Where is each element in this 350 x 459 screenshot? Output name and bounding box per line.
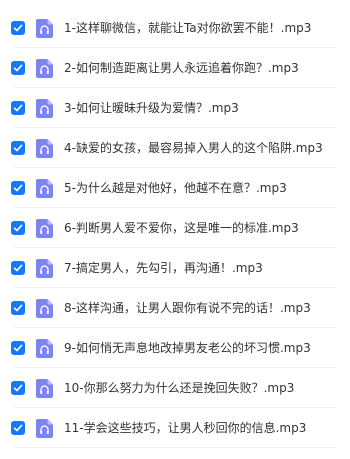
file-name[interactable]: 8-这样沟通，让男人跟你有说不完的话！.mp3 (64, 300, 342, 316)
list-item[interactable]: 11-学会这些技巧，让男人秒回你的信息.mp3 (0, 408, 350, 448)
file-name[interactable]: 1-这样聊微信，就能让Ta对你欲罢不能！.mp3 (64, 20, 342, 36)
file-name[interactable]: 7-搞定男人，先勾引，再沟通！.mp3 (64, 260, 342, 276)
checkbox-checked-icon[interactable] (11, 61, 25, 75)
file-name[interactable]: 3-如何让暧昧升级为爱情？.mp3 (64, 100, 342, 116)
row-divider (14, 447, 336, 448)
checkbox-checked-icon[interactable] (11, 21, 25, 35)
checkbox-checked-icon[interactable] (11, 381, 25, 395)
list-item[interactable]: 4-缺爱的女孩，最容易掉入男人的这个陷阱.mp3 (0, 128, 350, 168)
checkbox-checked-icon[interactable] (11, 181, 25, 195)
checkbox-checked-icon[interactable] (11, 141, 25, 155)
checkbox-checked-icon[interactable] (11, 421, 25, 435)
list-item[interactable]: 7-搞定男人，先勾引，再沟通！.mp3 (0, 248, 350, 288)
file-list: 1-这样聊微信，就能让Ta对你欲罢不能！.mp3 2-如何制造距离让男人永远追着… (0, 8, 350, 448)
audio-file-icon (36, 18, 53, 38)
checkbox-checked-icon[interactable] (11, 301, 25, 315)
checkbox-checked-icon[interactable] (11, 101, 25, 115)
checkbox-checked-icon[interactable] (11, 221, 25, 235)
checkbox-checked-icon[interactable] (11, 261, 25, 275)
audio-file-icon (36, 258, 53, 278)
list-item[interactable]: 6-判断男人爱不爱你，这是唯一的标准.mp3 (0, 208, 350, 248)
list-item[interactable]: 1-这样聊微信，就能让Ta对你欲罢不能！.mp3 (0, 8, 350, 48)
list-item[interactable]: 2-如何制造距离让男人永远追着你跑？.mp3 (0, 48, 350, 88)
audio-file-icon (36, 58, 53, 78)
file-name[interactable]: 4-缺爱的女孩，最容易掉入男人的这个陷阱.mp3 (64, 140, 342, 156)
audio-file-icon (36, 338, 53, 358)
audio-file-icon (36, 378, 53, 398)
list-item[interactable]: 8-这样沟通，让男人跟你有说不完的话！.mp3 (0, 288, 350, 328)
file-name[interactable]: 10-你那么努力为什么还是挽回失败？.mp3 (64, 380, 342, 396)
file-name[interactable]: 2-如何制造距离让男人永远追着你跑？.mp3 (64, 60, 342, 76)
list-item[interactable]: 10-你那么努力为什么还是挽回失败？.mp3 (0, 368, 350, 408)
list-item[interactable]: 9-如何悄无声息地改掉男友老公的坏习惯.mp3 (0, 328, 350, 368)
audio-file-icon (36, 298, 53, 318)
audio-file-icon (36, 218, 53, 238)
checkbox-checked-icon[interactable] (11, 341, 25, 355)
audio-file-icon (36, 138, 53, 158)
audio-file-icon (36, 98, 53, 118)
audio-file-icon (36, 178, 53, 198)
file-name[interactable]: 6-判断男人爱不爱你，这是唯一的标准.mp3 (64, 220, 342, 236)
file-name[interactable]: 5-为什么越是对他好，他越不在意？.mp3 (64, 180, 342, 196)
list-item[interactable]: 3-如何让暧昧升级为爱情？.mp3 (0, 88, 350, 128)
file-name[interactable]: 11-学会这些技巧，让男人秒回你的信息.mp3 (64, 420, 342, 436)
list-item[interactable]: 5-为什么越是对他好，他越不在意？.mp3 (0, 168, 350, 208)
audio-file-icon (36, 418, 53, 438)
file-name[interactable]: 9-如何悄无声息地改掉男友老公的坏习惯.mp3 (64, 340, 342, 356)
